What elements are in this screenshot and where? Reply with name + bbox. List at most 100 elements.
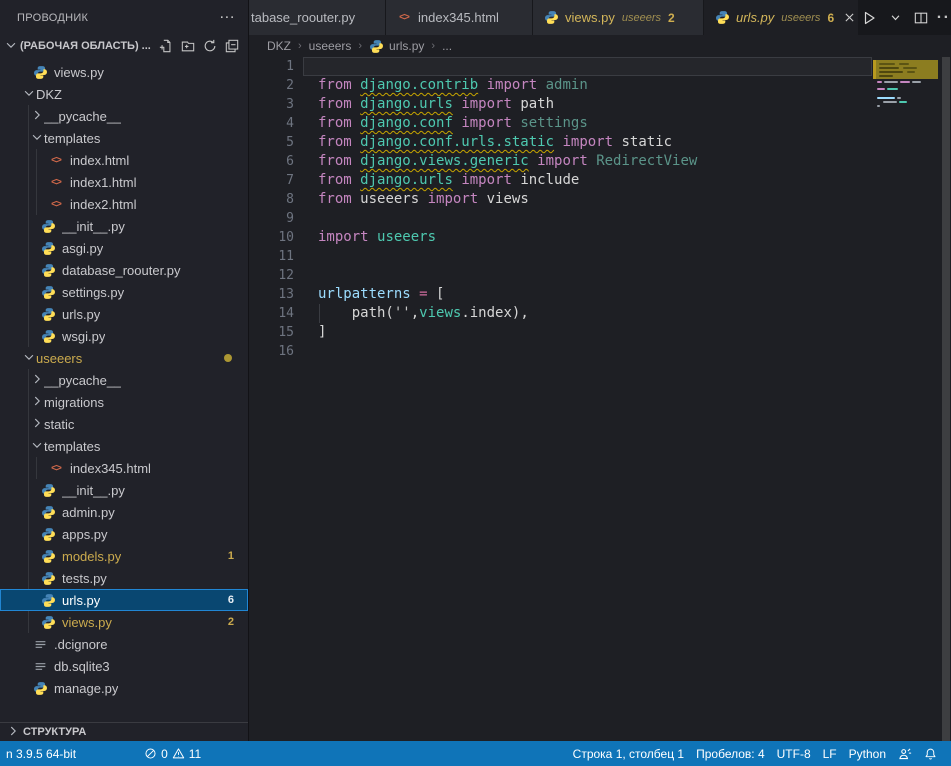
outline-section-header[interactable]: СТРУКТУРА — [0, 722, 248, 741]
tree-item-index2.html[interactable]: <>index2.html — [0, 193, 248, 215]
breadcrumb-item-DKZ[interactable]: DKZ — [267, 39, 291, 53]
tree-item-admin.py[interactable]: admin.py — [0, 501, 248, 523]
tree-item-.dcignore[interactable]: .dcignore — [0, 633, 248, 655]
breadcrumb-item-...[interactable]: ... — [442, 39, 452, 53]
tab-urls.py[interactable]: urls.pyuseeers6 — [704, 0, 859, 35]
code-text: path('',views.index), — [294, 304, 529, 323]
breadcrumb-item-useeers[interactable]: useeers — [309, 39, 352, 53]
python-file-icon — [40, 306, 56, 322]
code-text: from django.conf.urls.static import stat… — [294, 133, 672, 152]
status-notifications[interactable] — [918, 741, 943, 766]
tree-item-__init__.py[interactable]: __init__.py — [0, 479, 248, 501]
tree-item-urls.py[interactable]: urls.py — [0, 303, 248, 325]
code-line-9[interactable]: 9 — [249, 209, 951, 228]
code-line-1[interactable]: 1 — [249, 57, 951, 76]
status-encoding[interactable]: UTF-8 — [771, 741, 817, 766]
new-folder-button[interactable] — [178, 36, 198, 56]
editor-more-actions-button[interactable]: ··· — [937, 8, 951, 28]
tree-item-label: index1.html — [70, 175, 136, 190]
status-eol[interactable]: LF — [817, 741, 843, 766]
tree-item-label: DKZ — [36, 87, 62, 102]
breadcrumb-item-urls.py[interactable]: urls.py — [369, 39, 424, 54]
vscode-window: ПРОВОДНИК ··· (РАБОЧАЯ ОБЛАСТЬ) ... view… — [0, 0, 951, 766]
tab-tabase_roouter.py[interactable]: tabase_roouter.py — [249, 0, 386, 35]
code-line-5[interactable]: 5from django.conf.urls.static import sta… — [249, 133, 951, 152]
python-file-icon — [40, 570, 56, 586]
editor-region: tabase_roouter.py<>index345.htmlviews.py… — [249, 0, 951, 741]
code-line-11[interactable]: 11 — [249, 247, 951, 266]
tree-item-urls.py[interactable]: urls.py6 — [0, 589, 248, 611]
run-dropdown-button[interactable] — [885, 8, 905, 28]
tree-item-apps.py[interactable]: apps.py — [0, 523, 248, 545]
split-editor-button[interactable] — [911, 8, 931, 28]
status-python-version[interactable]: n 3.9.5 64-bit — [0, 741, 82, 766]
tree-item-__pycache__[interactable]: __pycache__ — [0, 369, 248, 391]
status-cursor-position[interactable]: Строка 1, столбец 1 — [567, 741, 690, 766]
code-line-13[interactable]: 13urlpatterns = [ — [249, 285, 951, 304]
python-file-icon — [40, 482, 56, 498]
tree-item-views.py[interactable]: views.py2 — [0, 611, 248, 633]
tree-item-static[interactable]: static — [0, 413, 248, 435]
code-line-4[interactable]: 4from django.conf import settings — [249, 114, 951, 133]
html-file-icon: <> — [48, 460, 64, 476]
tree-item-__init__.py[interactable]: __init__.py — [0, 215, 248, 237]
code-text — [294, 266, 318, 285]
tree-item-settings.py[interactable]: settings.py — [0, 281, 248, 303]
tree-item-migrations[interactable]: migrations — [0, 391, 248, 413]
tree-item-tests.py[interactable]: tests.py — [0, 567, 248, 589]
status-feedback[interactable] — [892, 741, 918, 766]
scrollbar-slider[interactable] — [942, 57, 950, 741]
status-language[interactable]: Python — [843, 741, 892, 766]
tree-item-asgi.py[interactable]: asgi.py — [0, 237, 248, 259]
bell-icon — [924, 747, 937, 761]
editor-scrollbar[interactable] — [941, 57, 951, 741]
code-line-2[interactable]: 2from django.contrib import admin — [249, 76, 951, 95]
run-button[interactable] — [859, 8, 879, 28]
tree-item-database_roouter.py[interactable]: database_roouter.py — [0, 259, 248, 281]
tree-item-useeers[interactable]: useeers — [0, 347, 248, 369]
tab-views.py[interactable]: views.pyuseeers2 — [533, 0, 704, 35]
tree-item-__pycache__[interactable]: __pycache__ — [0, 105, 248, 127]
code-line-3[interactable]: 3from django.urls import path — [249, 95, 951, 114]
workspace-section-header[interactable]: (РАБОЧАЯ ОБЛАСТЬ) ... — [0, 35, 248, 57]
status-problems[interactable]: 011 — [138, 741, 207, 766]
new-file-button[interactable] — [156, 36, 176, 56]
code-line-15[interactable]: 15] — [249, 323, 951, 342]
code-line-10[interactable]: 10import useeers — [249, 228, 951, 247]
minimap-mark — [899, 63, 909, 65]
tab-index345.html[interactable]: <>index345.html — [386, 0, 533, 35]
tree-item-db.sqlite3[interactable]: db.sqlite3 — [0, 655, 248, 677]
tree-item-models.py[interactable]: models.py1 — [0, 545, 248, 567]
code-line-14[interactable]: 14 path('',views.index), — [249, 304, 951, 323]
code-line-16[interactable]: 16 — [249, 342, 951, 361]
explorer-panel-header: ПРОВОДНИК ··· — [0, 0, 248, 35]
python-file-icon — [40, 218, 56, 234]
close-icon[interactable] — [843, 11, 856, 24]
tree-item-views.py[interactable]: views.py — [0, 61, 248, 83]
chevron-right-icon — [30, 394, 44, 411]
tree-item-wsgi.py[interactable]: wsgi.py — [0, 325, 248, 347]
status-bar: n 3.9.5 64-bit 011 Строка 1, столбец 1Про… — [0, 741, 951, 766]
refresh-explorer-button[interactable] — [200, 36, 220, 56]
tree-item-manage.py[interactable]: manage.py — [0, 677, 248, 699]
tree-item-DKZ[interactable]: DKZ — [0, 83, 248, 105]
tree-item-index345.html[interactable]: <>index345.html — [0, 457, 248, 479]
tree-item-index1.html[interactable]: <>index1.html — [0, 171, 248, 193]
code-line-7[interactable]: 7from django.urls import include — [249, 171, 951, 190]
file-tree: views.pyDKZ__pycache__templates<>index.h… — [0, 61, 248, 699]
code-line-12[interactable]: 12 — [249, 266, 951, 285]
tab-label: index345.html — [418, 10, 499, 25]
tree-item-templates[interactable]: templates — [0, 435, 248, 457]
python-file-icon — [40, 504, 56, 520]
code-line-8[interactable]: 8from useeers import views — [249, 190, 951, 209]
tree-item-templates[interactable]: templates — [0, 127, 248, 149]
collapse-folders-button[interactable] — [222, 36, 242, 56]
code-line-6[interactable]: 6from django.views.generic import Redire… — [249, 152, 951, 171]
explorer-more-actions-button[interactable]: ··· — [218, 8, 238, 28]
tree-item-label: index2.html — [70, 197, 136, 212]
minimap[interactable] — [873, 57, 940, 741]
python-file-icon — [40, 548, 56, 564]
tree-item-index.html[interactable]: <>index.html — [0, 149, 248, 171]
status-indentation[interactable]: Пробелов: 4 — [690, 741, 771, 766]
code-editor[interactable]: 12from django.contrib import admin3from … — [249, 57, 951, 741]
